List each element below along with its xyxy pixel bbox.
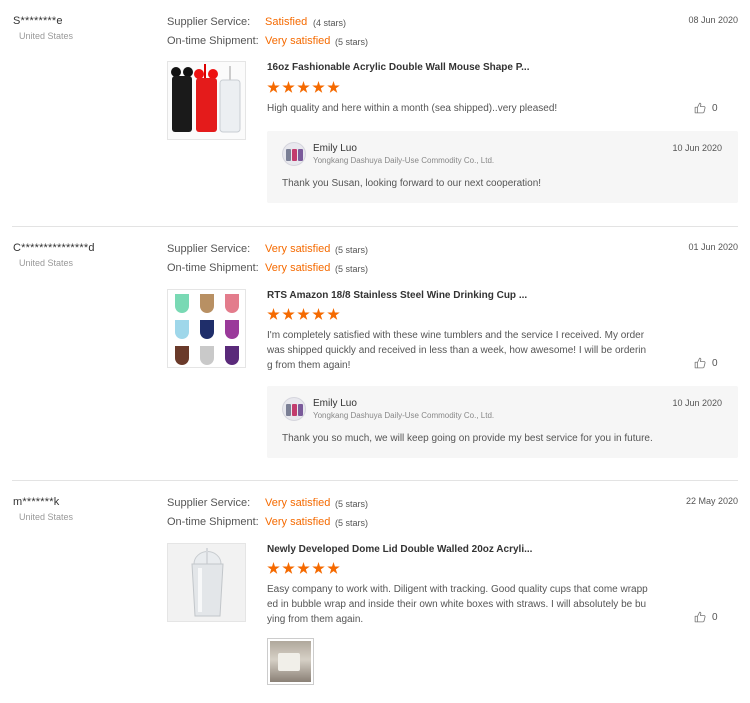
- rating-stars: [267, 562, 340, 575]
- rating-stars: [267, 81, 340, 94]
- review-photo-image: [270, 641, 311, 682]
- like-count: 0: [712, 102, 718, 114]
- like-count: 0: [712, 611, 718, 623]
- review-comment: High quality and here within a month (se…: [267, 103, 558, 114]
- ontime-shipment-value: Very satisfied: [265, 516, 331, 528]
- buyer-country: United States: [19, 31, 74, 41]
- star-icon: [267, 308, 280, 320]
- reply-text: Thank you Susan, looking forward to our …: [282, 178, 542, 189]
- review-date: 22 May 2020: [685, 496, 738, 506]
- ontime-shipment-label: On-time Shipment:: [167, 516, 259, 528]
- supplier-reply: Emily Luo Yongkang Dashuya Daily-Use Com…: [267, 131, 738, 203]
- star-icon: [312, 81, 325, 93]
- like-button[interactable]: 0: [694, 611, 718, 623]
- star-icon: [282, 308, 295, 320]
- reply-date: 10 Jun 2020: [672, 398, 722, 408]
- ontime-shipment-stars: (5 stars): [335, 264, 369, 274]
- avatar: [282, 142, 306, 166]
- buyer-country: United States: [19, 258, 74, 268]
- review-photo[interactable]: [267, 638, 314, 685]
- review-item: S********e United States Supplier Servic…: [0, 0, 750, 227]
- reply-company: Yongkang Dashuya Daily-Use Commodity Co.…: [313, 411, 495, 420]
- product-title-link[interactable]: RTS Amazon 18/8 Stainless Steel Wine Dri…: [267, 290, 527, 301]
- supplier-service-value: Satisfied: [265, 16, 308, 28]
- ontime-shipment-label: On-time Shipment:: [167, 35, 259, 47]
- supplier-service-label: Supplier Service:: [167, 497, 251, 509]
- supplier-service-stars: (4 stars): [313, 18, 347, 28]
- star-icon: [297, 562, 310, 574]
- ontime-shipment-stars: (5 stars): [335, 37, 369, 47]
- star-icon: [312, 308, 325, 320]
- star-icon: [312, 562, 325, 574]
- product-title-link[interactable]: Newly Developed Dome Lid Double Walled 2…: [267, 544, 532, 555]
- review-item: C***************d United States Supplier…: [0, 227, 750, 481]
- star-icon: [267, 562, 280, 574]
- review-date: 01 Jun 2020: [688, 242, 738, 252]
- like-button[interactable]: 0: [694, 102, 718, 114]
- star-icon: [282, 81, 295, 93]
- thumbs-up-icon: [694, 357, 706, 369]
- supplier-service-value: Very satisfied: [265, 497, 331, 509]
- supplier-service-label: Supplier Service:: [167, 16, 251, 28]
- star-icon: [297, 308, 310, 320]
- ontime-shipment-label: On-time Shipment:: [167, 262, 259, 274]
- product-thumbnail[interactable]: [167, 61, 246, 140]
- star-icon: [267, 81, 280, 93]
- supplier-service-label: Supplier Service:: [167, 243, 251, 255]
- product-title-link[interactable]: 16oz Fashionable Acrylic Double Wall Mou…: [267, 62, 529, 73]
- thumbs-up-icon: [694, 102, 706, 114]
- product-thumbnail[interactable]: [167, 543, 246, 622]
- supplier-service-stars: (5 stars): [335, 245, 369, 255]
- star-icon: [327, 308, 340, 320]
- review-comment: Easy company to work with. Diligent with…: [267, 584, 648, 625]
- review-date: 08 Jun 2020: [688, 15, 738, 25]
- star-icon: [327, 81, 340, 93]
- ontime-shipment-value: Very satisfied: [265, 262, 331, 274]
- buyer-name: C***************d: [13, 242, 95, 254]
- rating-stars: [267, 308, 340, 321]
- star-icon: [282, 562, 295, 574]
- buyer-country: United States: [19, 512, 74, 522]
- star-icon: [297, 81, 310, 93]
- like-count: 0: [712, 357, 718, 369]
- reply-company: Yongkang Dashuya Daily-Use Commodity Co.…: [313, 156, 495, 165]
- reply-text: Thank you so much, we will keep going on…: [282, 433, 653, 444]
- thumbs-up-icon: [694, 611, 706, 623]
- supplier-reply: Emily Luo Yongkang Dashuya Daily-Use Com…: [267, 386, 738, 458]
- reply-author-name: Emily Luo: [313, 143, 357, 154]
- review-comment: I'm completely satisfied with these wine…: [267, 330, 647, 371]
- reply-author-name: Emily Luo: [313, 398, 357, 409]
- buyer-name: S********e: [13, 15, 63, 27]
- ontime-shipment-value: Very satisfied: [265, 35, 331, 47]
- reply-date: 10 Jun 2020: [672, 143, 722, 153]
- supplier-service-value: Very satisfied: [265, 243, 331, 255]
- star-icon: [327, 562, 340, 574]
- like-button[interactable]: 0: [694, 357, 718, 369]
- buyer-name: m*******k: [13, 496, 60, 508]
- supplier-service-stars: (5 stars): [335, 499, 369, 509]
- ontime-shipment-stars: (5 stars): [335, 518, 369, 528]
- product-thumbnail[interactable]: [167, 289, 246, 368]
- avatar: [282, 397, 306, 421]
- review-item: m*******k United States Supplier Service…: [0, 481, 750, 703]
